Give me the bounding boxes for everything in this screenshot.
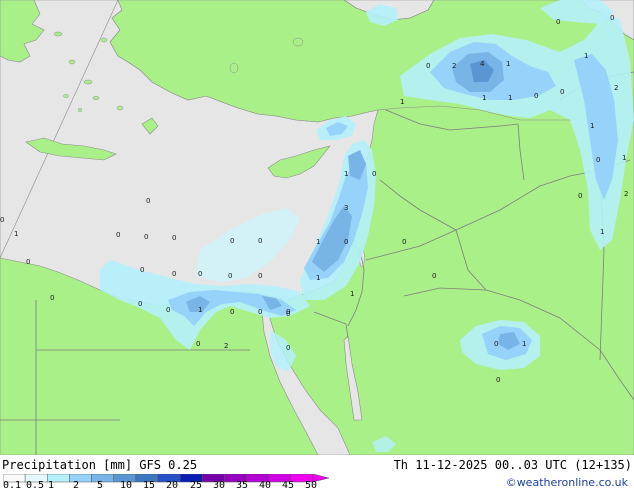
precip-value-label: 0 [140,266,144,274]
scale-label: 2 [73,480,80,491]
scale-label: 20 [166,480,179,491]
precip-value-label: 0 [172,270,176,278]
precip-value-label: 0 [228,272,232,280]
map-canvas: 0 0 0 0 0 2 4 1 1 1 0 0 1 0 1 2 1 0 1 2 0 1 1 0 3 0 1 0 0 0 1 1 0 0 0 0 0 0 0 1… [0,0,634,455]
precip-value-label: 0 [26,258,30,266]
precip-value-label: 0 [560,88,564,96]
precip-value-label: 0 [258,237,262,245]
precip-value-label: 0 [402,238,406,246]
precip-value-label: 1 [590,122,594,130]
precip-value-label: 1 [316,274,320,282]
precip-value-label: 0 [146,197,150,205]
precip-value-label: 0 [258,308,262,316]
precip-value-label: 1 [14,230,18,238]
precip-value-label: 0 [372,170,376,178]
precip-value-label: 2 [614,84,618,92]
precip-value-label: 0 [432,272,436,280]
scale-label: 35 [236,480,249,491]
precip-value-label: 0 [286,344,290,352]
scale-label: 50 [305,480,318,491]
scale-label: 0.5 [26,480,45,491]
precip-value-label: 0 [556,18,560,26]
scale-label: 5 [97,480,104,491]
scale-label: 1 [48,480,55,491]
precipitation-map: 0 0 0 0 0 2 4 1 1 1 0 0 1 0 1 2 1 0 1 2 0 1 1 0 3 0 1 0 0 0 1 1 0 0 0 0 0 0 0 1… [0,0,634,455]
precip-value-label: 0 [144,233,148,241]
precip-value-label: 0 [50,294,54,302]
precip-value-label: 0 [596,156,600,164]
precip-value-label: 0 [172,234,176,242]
precip-value-label: 0 [496,376,500,384]
precip-value-label: 0 [198,270,202,278]
precip-value-label: 0 [196,340,200,348]
precip-value-label: 0 [166,306,170,314]
precip-value-label: 0 [344,238,348,246]
precip-value-label: 0 [578,192,582,200]
precip-value-label: 0 [286,310,290,318]
precip-value-label: 1 [622,154,626,162]
scale-label: 10 [120,480,133,491]
precip-value-label: 1 [350,290,354,298]
precip-value-label: 0 [0,216,4,224]
scale-label: 40 [259,480,272,491]
precip-value-label: 0 [138,300,142,308]
precip-value-label: 0 [426,62,430,70]
precip-value-label: 1 [522,340,526,348]
precip-value-label: 1 [344,170,348,178]
precip-value-label: 1 [482,94,486,102]
precip-value-label: 1 [508,94,512,102]
scale-label: 25 [190,480,203,491]
precip-value-label: 2 [224,342,228,350]
precip-value-label: 1 [600,228,604,236]
precip-value-label: 1 [198,306,202,314]
precip-value-label: 2 [624,190,628,198]
scale-label: 30 [213,480,226,491]
precip-value-label: 0 [230,237,234,245]
scale-label: 15 [143,480,156,491]
scale-label: 45 [282,480,295,491]
precip-value-label: 0 [230,308,234,316]
map-valid-time: Th 11-12-2025 00..03 UTC (12+135) [393,458,632,472]
precip-value-label: 1 [400,98,404,106]
precip-value-label: 1 [584,52,588,60]
scale-label: 0.1 [3,480,22,491]
precip-value-label: 0 [610,14,614,22]
precip-value-label: 0 [534,92,538,100]
precip-value-label: 0 [494,340,498,348]
copyright-text: ©weatheronline.co.uk [505,476,628,489]
precip-value-label: 2 [452,62,456,70]
precip-value-label: 0 [258,272,262,280]
precip-value-label: 3 [344,204,348,212]
precip-value-label: 1 [316,238,320,246]
map-title: Precipitation [mm] GFS 0.25 [2,458,198,472]
precip-value-label: 4 [480,60,485,68]
precip-value-label: 1 [506,60,510,68]
precip-value-label: 0 [116,231,120,239]
